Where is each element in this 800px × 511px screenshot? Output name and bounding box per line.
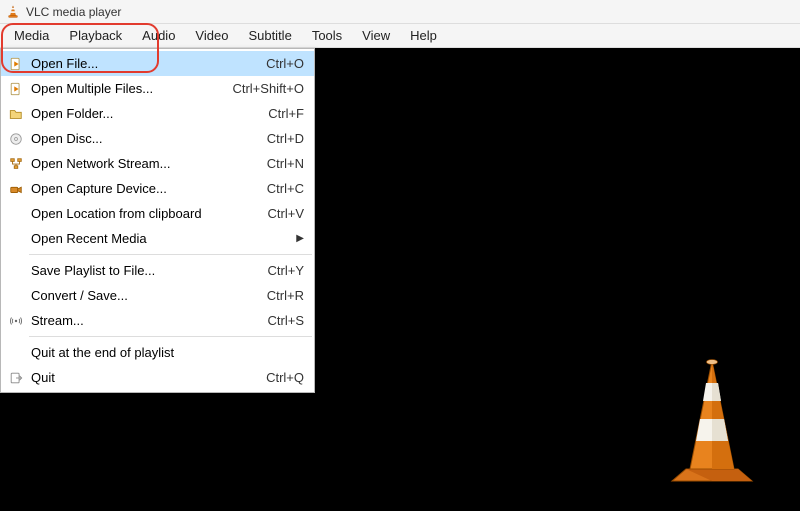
folder-icon <box>5 107 27 121</box>
menuitem-shortcut: Ctrl+Y <box>256 263 304 278</box>
menuitem-shortcut: Ctrl+F <box>256 106 304 121</box>
menuitem-open-recent-media[interactable]: Open Recent Media▶ <box>1 226 314 251</box>
menuitem-label: Open Capture Device... <box>27 181 255 196</box>
menuitem-convert-save[interactable]: Convert / Save...Ctrl+R <box>1 283 314 308</box>
menuitem-label: Convert / Save... <box>27 288 255 303</box>
menubar: Media Playback Audio Video Subtitle Tools View… <box>0 24 800 48</box>
menuitem-label: Quit at the end of playlist <box>27 345 304 360</box>
menuitem-shortcut: Ctrl+R <box>255 288 304 303</box>
menuitem-quit-at-the-end-of-playlist[interactable]: Quit at the end of playlist <box>1 340 314 365</box>
disc-icon <box>5 132 27 146</box>
app-title: VLC media player <box>26 5 121 19</box>
file-play-icon <box>5 57 27 71</box>
network-icon <box>5 157 27 171</box>
menuitem-shortcut: Ctrl+D <box>255 131 304 146</box>
menuitem-label: Open Disc... <box>27 131 255 146</box>
capture-icon <box>5 182 27 196</box>
menuitem-open-capture-device[interactable]: Open Capture Device...Ctrl+C <box>1 176 314 201</box>
vlc-window: VLC media player Media Playback Audio Video… <box>0 0 800 511</box>
menuitem-label: Stream... <box>27 313 256 328</box>
menu-label: Video <box>195 28 228 43</box>
menuitem-open-location-from-clipboard[interactable]: Open Location from clipboardCtrl+V <box>1 201 314 226</box>
media-menu-dropdown: Open File...Ctrl+OOpen Multiple Files...… <box>0 48 315 393</box>
file-play-icon <box>5 82 27 96</box>
menu-label: Media <box>14 28 49 43</box>
menu-help[interactable]: Help <box>400 24 447 47</box>
menuitem-stream[interactable]: Stream...Ctrl+S <box>1 308 314 333</box>
menuitem-shortcut: Ctrl+V <box>256 206 304 221</box>
menuitem-shortcut: Ctrl+Q <box>254 370 304 385</box>
menuitem-save-playlist-to-file[interactable]: Save Playlist to File...Ctrl+Y <box>1 258 314 283</box>
stream-icon <box>5 314 27 328</box>
app-icon <box>6 5 20 19</box>
menuitem-open-multiple-files[interactable]: Open Multiple Files...Ctrl+Shift+O <box>1 76 314 101</box>
menu-view[interactable]: View <box>352 24 400 47</box>
menuitem-label: Quit <box>27 370 254 385</box>
menu-playback[interactable]: Playback <box>59 24 132 47</box>
menu-label: Help <box>410 28 437 43</box>
menu-label: View <box>362 28 390 43</box>
menuitem-open-file[interactable]: Open File...Ctrl+O <box>1 51 314 76</box>
menu-label: Audio <box>142 28 175 43</box>
menuitem-label: Open Network Stream... <box>27 156 255 171</box>
menuitem-label: Open Location from clipboard <box>27 206 256 221</box>
menuitem-shortcut: Ctrl+S <box>256 313 304 328</box>
submenu-arrow-icon: ▶ <box>292 233 304 244</box>
menu-video[interactable]: Video <box>185 24 238 47</box>
menuitem-label: Open Folder... <box>27 106 256 121</box>
vlc-cone-icon <box>652 353 772 493</box>
menuitem-open-folder[interactable]: Open Folder...Ctrl+F <box>1 101 314 126</box>
menu-separator <box>29 254 312 255</box>
menuitem-shortcut: Ctrl+O <box>254 56 304 71</box>
menuitem-shortcut: Ctrl+C <box>255 181 304 196</box>
quit-icon <box>5 371 27 385</box>
menu-label: Tools <box>312 28 342 43</box>
menu-subtitle[interactable]: Subtitle <box>238 24 301 47</box>
menu-media[interactable]: Media <box>4 24 59 47</box>
menuitem-shortcut: Ctrl+Shift+O <box>220 81 304 96</box>
menuitem-shortcut: Ctrl+N <box>255 156 304 171</box>
menu-label: Playback <box>69 28 122 43</box>
menuitem-label: Open Recent Media <box>27 231 292 246</box>
menuitem-open-network-stream[interactable]: Open Network Stream...Ctrl+N <box>1 151 314 176</box>
menuitem-label: Save Playlist to File... <box>27 263 256 278</box>
menuitem-label: Open File... <box>27 56 254 71</box>
menuitem-label: Open Multiple Files... <box>27 81 220 96</box>
menu-tools[interactable]: Tools <box>302 24 352 47</box>
menu-audio[interactable]: Audio <box>132 24 185 47</box>
menuitem-open-disc[interactable]: Open Disc...Ctrl+D <box>1 126 314 151</box>
menuitem-quit[interactable]: QuitCtrl+Q <box>1 365 314 390</box>
titlebar: VLC media player <box>0 0 800 24</box>
menu-label: Subtitle <box>248 28 291 43</box>
menu-separator <box>29 336 312 337</box>
